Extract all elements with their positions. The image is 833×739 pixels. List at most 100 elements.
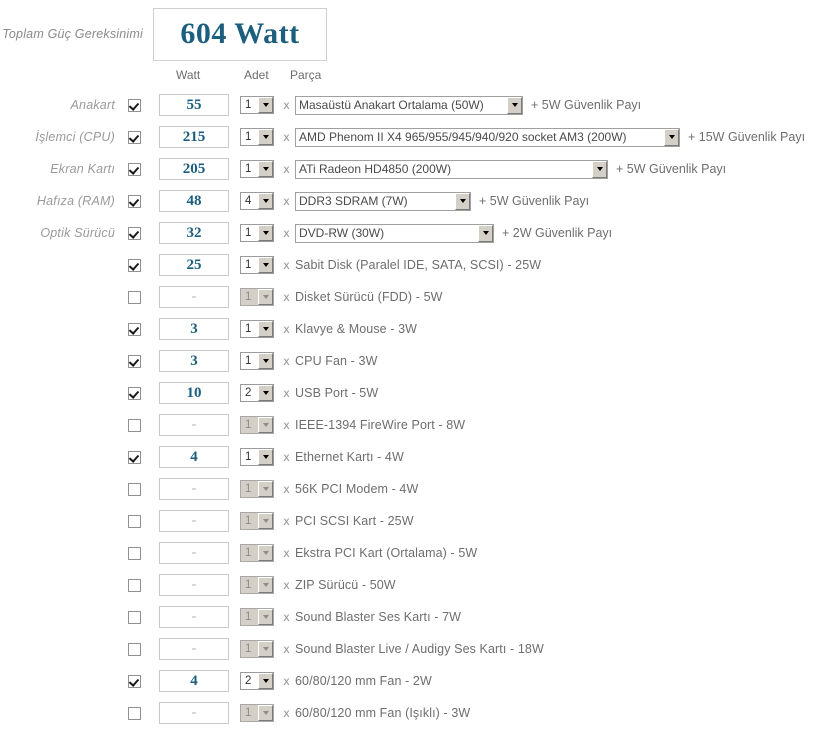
quantity-select[interactable]: 1 [240, 160, 274, 178]
table-row: 4 2 x 60/80/120 mm Fan - 2W [0, 665, 833, 697]
row-qty-cell: 1 [240, 288, 278, 306]
chevron-down-icon [258, 321, 273, 337]
row-qty-cell: 1 [240, 512, 278, 530]
quantity-select[interactable]: 2 [240, 672, 274, 690]
row-qty-cell: 1 [240, 352, 278, 370]
row-qty-cell: 1 [240, 256, 278, 274]
enable-checkbox[interactable] [127, 162, 141, 176]
row-checkbox-cell [115, 98, 153, 112]
chevron-down-icon [258, 705, 273, 721]
chevron-down-icon [592, 160, 607, 178]
multiply-symbol: x [283, 514, 290, 528]
row-part-cell: PCI SCSI Kart - 25W [295, 514, 833, 528]
enable-checkbox[interactable] [127, 674, 141, 688]
enable-checkbox[interactable] [127, 450, 141, 464]
row-qty-cell: 1 [240, 448, 278, 466]
enable-checkbox[interactable] [127, 258, 141, 272]
chevron-down-icon [258, 225, 273, 241]
quantity-select[interactable]: 4 [240, 192, 274, 210]
part-select-value: Masaüstü Anakart Ortalama (50W) [299, 98, 484, 112]
part-select[interactable]: AMD Phenom II X4 965/955/945/940/920 soc… [295, 127, 680, 147]
enable-checkbox[interactable] [127, 706, 141, 720]
row-qty-cell: 1 [240, 224, 278, 242]
quantity-select[interactable]: 1 [240, 128, 274, 146]
quantity-select[interactable]: 1 [240, 576, 274, 594]
enable-checkbox[interactable] [127, 98, 141, 112]
row-part-cell: DDR3 SDRAM (7W) + 5W Güvenlik Payı [295, 191, 833, 211]
quantity-select[interactable]: 1 [240, 320, 274, 338]
quantity-select-value: 1 [245, 227, 252, 239]
multiply-symbol: x [283, 322, 290, 336]
enable-checkbox[interactable] [127, 514, 141, 528]
enable-checkbox[interactable] [127, 290, 141, 304]
enable-checkbox[interactable] [127, 354, 141, 368]
multiply-symbol: x [283, 578, 290, 592]
row-watt-cell: - [159, 414, 231, 436]
quantity-select[interactable]: 1 [240, 608, 274, 626]
enable-checkbox[interactable] [127, 386, 141, 400]
enable-checkbox[interactable] [127, 194, 141, 208]
row-checkbox-cell [115, 354, 153, 368]
quantity-select[interactable]: 1 [240, 704, 274, 722]
quantity-select[interactable]: 1 [240, 480, 274, 498]
safety-margin-note: + 15W Güvenlik Payı [688, 130, 806, 144]
part-select[interactable]: DVD-RW (30W) [295, 223, 494, 243]
quantity-select[interactable]: 2 [240, 384, 274, 402]
table-row: - 1 x IEEE-1394 FireWire Port - 8W [0, 409, 833, 441]
part-name: PCI SCSI Kart - 25W [295, 514, 414, 528]
row-watt-cell: - [159, 702, 231, 724]
column-header-watt: Watt [176, 68, 201, 82]
part-select-value: ATi Radeon HD4850 (200W) [299, 162, 452, 176]
part-select[interactable]: DDR3 SDRAM (7W) [295, 191, 471, 211]
enable-checkbox[interactable] [127, 642, 141, 656]
table-row: - 1 x Disket Sürücü (FDD) - 5W [0, 281, 833, 313]
enable-checkbox[interactable] [127, 578, 141, 592]
enable-checkbox[interactable] [127, 610, 141, 624]
row-qty-cell: 1 [240, 160, 278, 178]
multiply-symbol: x [283, 226, 290, 240]
quantity-select-value: 1 [245, 611, 252, 623]
quantity-select[interactable]: 1 [240, 544, 274, 562]
chevron-down-icon [258, 449, 273, 465]
row-watt-cell: - [159, 542, 231, 564]
chevron-down-icon [258, 481, 273, 497]
chevron-down-icon [455, 192, 470, 210]
quantity-select[interactable]: 1 [240, 96, 274, 114]
quantity-select[interactable]: 1 [240, 416, 274, 434]
enable-checkbox[interactable] [127, 482, 141, 496]
part-select[interactable]: Masaüstü Anakart Ortalama (50W) [295, 95, 523, 115]
quantity-select[interactable]: 1 [240, 640, 274, 658]
multiply-symbol: x [283, 642, 290, 656]
part-name: Sound Blaster Ses Kartı - 7W [295, 610, 462, 624]
chevron-down-icon [507, 96, 522, 114]
row-qty-cell: 1 [240, 320, 278, 338]
multiply-symbol: x [283, 258, 290, 272]
part-name: Klavye & Mouse - 3W [295, 322, 418, 336]
multiply-symbol: x [283, 546, 290, 560]
row-part-cell: 60/80/120 mm Fan - 2W [295, 674, 833, 688]
multiply-symbol: x [283, 130, 290, 144]
row-qty-cell: 4 [240, 192, 278, 210]
table-row: 3 1 x CPU Fan - 3W [0, 345, 833, 377]
part-select-value: AMD Phenom II X4 965/955/945/940/920 soc… [299, 130, 627, 144]
quantity-select[interactable]: 1 [240, 448, 274, 466]
quantity-select[interactable]: 1 [240, 352, 274, 370]
enable-checkbox[interactable] [127, 418, 141, 432]
row-checkbox-cell [115, 258, 153, 272]
row-watt-cell: 32 [159, 222, 231, 244]
multiply-symbol: x [283, 194, 290, 208]
quantity-select[interactable]: 1 [240, 512, 274, 530]
enable-checkbox[interactable] [127, 226, 141, 240]
chevron-down-icon [258, 257, 273, 273]
row-part-cell: AMD Phenom II X4 965/955/945/940/920 soc… [295, 127, 833, 147]
part-select[interactable]: ATi Radeon HD4850 (200W) [295, 159, 608, 179]
enable-checkbox[interactable] [127, 546, 141, 560]
enable-checkbox[interactable] [127, 130, 141, 144]
row-checkbox-cell [115, 418, 153, 432]
multiply-symbol: x [283, 706, 290, 720]
quantity-select[interactable]: 1 [240, 224, 274, 242]
row-part-cell: ZIP Sürücü - 50W [295, 578, 833, 592]
enable-checkbox[interactable] [127, 322, 141, 336]
quantity-select[interactable]: 1 [240, 288, 274, 306]
quantity-select[interactable]: 1 [240, 256, 274, 274]
